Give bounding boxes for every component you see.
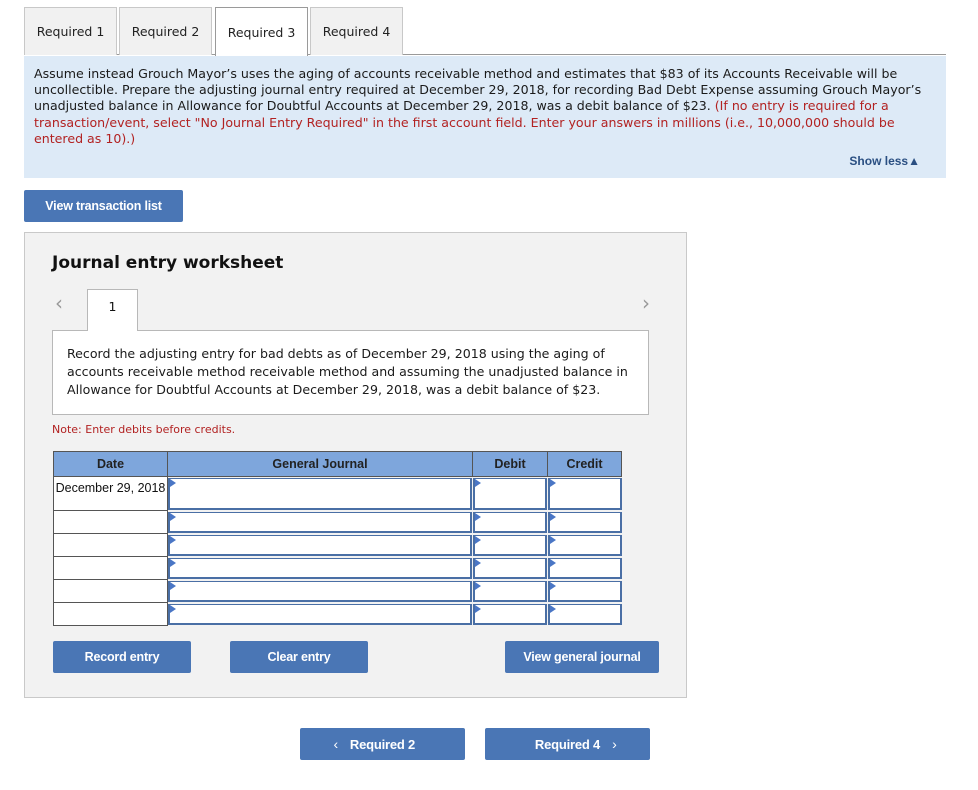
next-requirement-label: Required 4 xyxy=(534,736,601,752)
column-header-date: Date xyxy=(53,451,168,477)
dropdown-flag-icon xyxy=(170,582,176,590)
table-row xyxy=(53,534,622,557)
table-row xyxy=(53,580,622,603)
table-row xyxy=(53,557,622,580)
credit-input[interactable] xyxy=(548,535,622,556)
chevron-left-icon: ‹ xyxy=(333,736,338,752)
chevron-left-icon[interactable]: ‹ xyxy=(55,291,63,315)
date-cell xyxy=(53,511,168,534)
input-flag-icon xyxy=(475,479,481,487)
requirement-tabs: Required 1 Required 2 Required 3 Require… xyxy=(24,7,946,56)
dropdown-flag-icon xyxy=(170,513,176,521)
tab-required-1[interactable]: Required 1 xyxy=(24,7,117,55)
debit-input[interactable] xyxy=(473,512,547,533)
table-row: December 29, 2018 xyxy=(53,477,622,511)
worksheet-title: Journal entry worksheet xyxy=(52,253,284,273)
previous-requirement-label: Required 2 xyxy=(349,736,416,752)
input-flag-icon xyxy=(475,605,481,613)
date-cell xyxy=(53,534,168,557)
input-flag-icon xyxy=(475,536,481,544)
input-flag-icon xyxy=(550,536,556,544)
show-less-link[interactable]: Show less▲ xyxy=(849,153,920,169)
column-header-debit: Debit xyxy=(472,451,548,477)
input-flag-icon xyxy=(475,559,481,567)
tab-required-2[interactable]: Required 2 xyxy=(119,7,212,55)
date-cell xyxy=(53,580,168,603)
chevron-right-icon[interactable]: › xyxy=(642,291,650,315)
account-input[interactable] xyxy=(168,535,472,556)
input-flag-icon xyxy=(475,582,481,590)
credit-input[interactable] xyxy=(548,581,622,602)
date-cell xyxy=(53,557,168,580)
entry-tab-1[interactable]: 1 xyxy=(87,289,138,331)
dropdown-flag-icon xyxy=(170,605,176,613)
dropdown-flag-icon xyxy=(170,479,176,487)
record-entry-button[interactable]: Record entry xyxy=(53,641,191,673)
entry-description: Record the adjusting entry for bad debts… xyxy=(52,330,649,415)
debit-input[interactable] xyxy=(473,604,547,625)
date-cell xyxy=(53,603,168,626)
tab-required-4[interactable]: Required 4 xyxy=(310,7,403,55)
account-input[interactable] xyxy=(168,478,472,510)
credit-input[interactable] xyxy=(548,604,622,625)
debits-note: Note: Enter debits before credits. xyxy=(52,423,236,436)
column-header-credit: Credit xyxy=(547,451,622,477)
chevron-right-icon: › xyxy=(612,736,617,752)
input-flag-icon xyxy=(550,513,556,521)
credit-input[interactable] xyxy=(548,478,622,510)
input-flag-icon xyxy=(550,582,556,590)
input-flag-icon xyxy=(475,513,481,521)
next-requirement-button[interactable]: ‹ Required 4 › xyxy=(485,728,650,760)
tab-required-3[interactable]: Required 3 xyxy=(215,7,308,56)
debit-input[interactable] xyxy=(473,558,547,579)
account-input[interactable] xyxy=(168,604,472,625)
credit-input[interactable] xyxy=(548,558,622,579)
column-header-general-journal: General Journal xyxy=(167,451,473,477)
table-row xyxy=(53,511,622,534)
credit-input[interactable] xyxy=(548,512,622,533)
clear-entry-button[interactable]: Clear entry xyxy=(230,641,368,673)
debit-input[interactable] xyxy=(473,535,547,556)
journal-entry-worksheet: Journal entry worksheet ‹ 1 › Record the… xyxy=(24,232,687,698)
previous-requirement-button[interactable]: ‹ Required 2 › xyxy=(300,728,465,760)
date-cell: December 29, 2018 xyxy=(53,477,168,511)
account-input[interactable] xyxy=(168,512,472,533)
input-flag-icon xyxy=(550,559,556,567)
dropdown-flag-icon xyxy=(170,559,176,567)
view-transaction-list-button[interactable]: View transaction list xyxy=(24,190,183,222)
instructions-panel: Assume instead Grouch Mayor’s uses the a… xyxy=(24,56,946,178)
view-general-journal-button[interactable]: View general journal xyxy=(505,641,659,673)
table-row xyxy=(53,603,622,626)
triangle-up-icon: ▲ xyxy=(908,153,920,168)
debit-input[interactable] xyxy=(473,478,547,510)
debit-input[interactable] xyxy=(473,581,547,602)
account-input[interactable] xyxy=(168,558,472,579)
input-flag-icon xyxy=(550,479,556,487)
dropdown-flag-icon xyxy=(170,536,176,544)
show-less-label: Show less xyxy=(849,153,909,168)
account-input[interactable] xyxy=(168,581,472,602)
input-flag-icon xyxy=(550,605,556,613)
